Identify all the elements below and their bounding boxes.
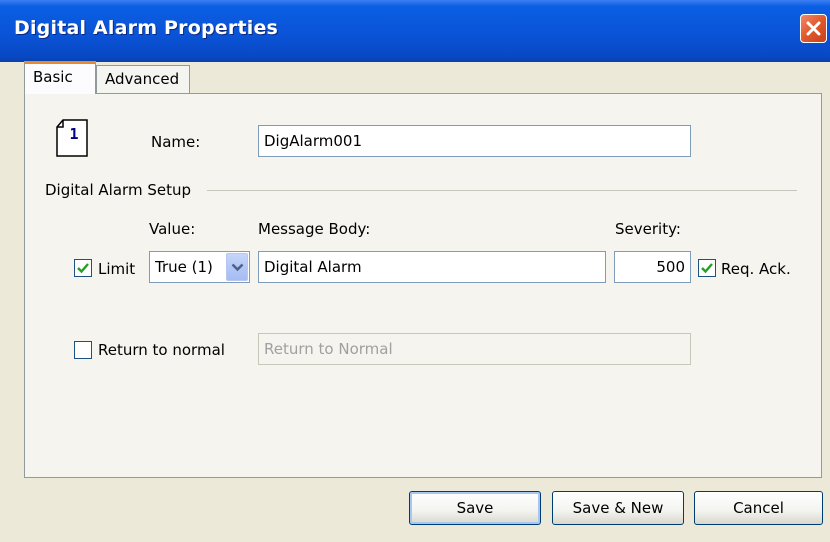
return-to-normal-label: Return to normal bbox=[98, 341, 225, 359]
value-header: Value: bbox=[149, 220, 196, 238]
dropdown-button[interactable] bbox=[226, 253, 248, 281]
save-and-new-button[interactable]: Save & New bbox=[552, 491, 684, 525]
chevron-down-icon bbox=[231, 263, 244, 272]
cancel-button[interactable]: Cancel bbox=[694, 491, 823, 525]
checkmark-icon bbox=[701, 263, 713, 274]
message-header: Message Body: bbox=[258, 220, 371, 238]
name-input[interactable]: DigAlarm001 bbox=[258, 125, 691, 157]
window-title: Digital Alarm Properties bbox=[14, 17, 279, 39]
limit-value-select[interactable]: True (1) bbox=[149, 251, 250, 283]
checkmark-icon bbox=[77, 263, 89, 274]
name-label: Name: bbox=[151, 133, 201, 151]
limit-value-selected: True (1) bbox=[155, 258, 213, 276]
title-bar[interactable]: Digital Alarm Properties bbox=[0, 0, 830, 62]
return-to-normal-checkbox[interactable] bbox=[74, 341, 92, 359]
limit-label: Limit bbox=[98, 260, 136, 278]
return-to-normal-input[interactable]: Return to Normal bbox=[258, 333, 691, 365]
severity-input[interactable]: 500 bbox=[614, 251, 691, 283]
document-icon: 1 bbox=[56, 119, 88, 157]
req-ack-label: Req. Ack. bbox=[721, 260, 791, 278]
dialog-window: Digital Alarm Properties Basic Advanced … bbox=[0, 0, 830, 542]
tab-basic[interactable]: Basic bbox=[24, 61, 96, 94]
document-icon-number: 1 bbox=[69, 125, 78, 143]
limit-message-input[interactable]: Digital Alarm bbox=[258, 251, 606, 283]
limit-checkbox[interactable] bbox=[74, 259, 92, 277]
req-ack-checkbox[interactable] bbox=[698, 259, 716, 277]
save-button[interactable]: Save bbox=[409, 491, 541, 525]
close-button[interactable] bbox=[800, 14, 827, 43]
severity-header: Severity: bbox=[615, 220, 681, 238]
close-icon bbox=[806, 21, 821, 36]
tab-panel-basic: 1 Name: DigAlarm001 Digital Alarm Setup … bbox=[24, 93, 822, 478]
group-label: Digital Alarm Setup bbox=[45, 181, 191, 199]
tab-advanced[interactable]: Advanced bbox=[96, 65, 190, 93]
group-divider bbox=[207, 190, 797, 191]
